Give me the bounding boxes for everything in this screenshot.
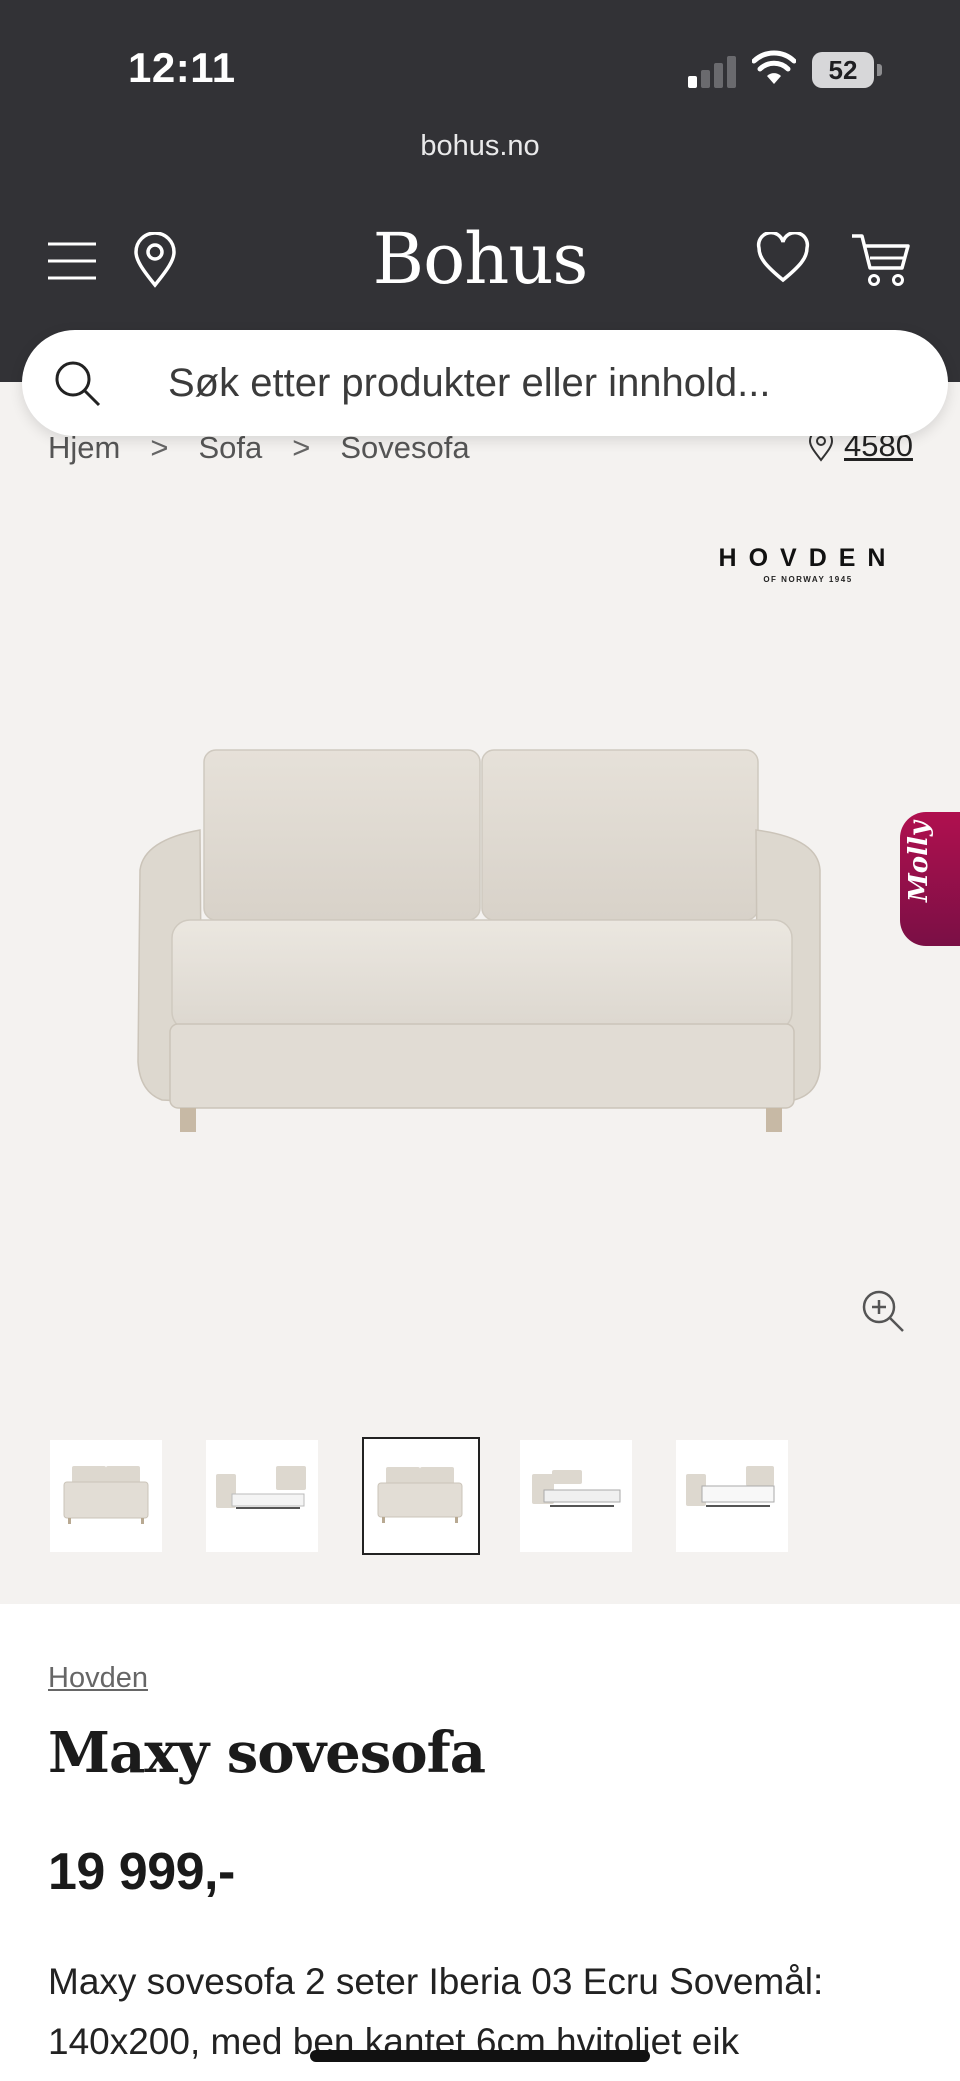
brand-logo-hovden: HOVDEN OF NORWAY 1945: [718, 544, 898, 584]
product-title: Maxy sovesofa: [48, 1720, 486, 1786]
search-icon[interactable]: [52, 358, 102, 408]
cart-icon[interactable]: [850, 232, 912, 288]
thumbnail-4[interactable]: [520, 1440, 632, 1552]
product-info: Hovden Maxy sovesofa 19 999,- Maxy soves…: [0, 1604, 960, 2081]
thumbnail-5[interactable]: [676, 1440, 788, 1552]
battery-level: 52: [828, 55, 858, 85]
heart-icon[interactable]: [756, 232, 810, 284]
site-logo[interactable]: Bohus: [0, 218, 960, 300]
product-price: 19 999,-: [48, 1843, 235, 1901]
chat-widget-label: Molly: [904, 821, 934, 902]
home-indicator[interactable]: [310, 2050, 650, 2062]
product-brand-link[interactable]: Hovden: [48, 1662, 148, 1695]
thumbnail-3[interactable]: [362, 1437, 480, 1555]
zoom-in-icon[interactable]: [860, 1288, 906, 1334]
product-gallery: Hjem > Sofa > Sovesofa 4580 Molly HOVDEN…: [0, 382, 960, 1604]
top-header: 12:11 52 bohus.no Bohus: [0, 0, 960, 382]
signal-icon: [688, 54, 740, 88]
battery-icon: 52: [812, 52, 882, 88]
product-image-sofa[interactable]: [130, 742, 830, 1162]
thumbnail-2[interactable]: [206, 1440, 318, 1552]
chat-widget-molly[interactable]: Molly: [900, 812, 960, 946]
search-bar[interactable]: [22, 330, 948, 436]
status-time: 12:11: [128, 44, 236, 91]
wifi-icon: [752, 50, 796, 84]
browser-url[interactable]: bohus.no: [0, 130, 960, 163]
thumbnail-1[interactable]: [50, 1440, 162, 1552]
search-input[interactable]: [168, 356, 908, 410]
thumbnail-strip: [50, 1437, 830, 1556]
